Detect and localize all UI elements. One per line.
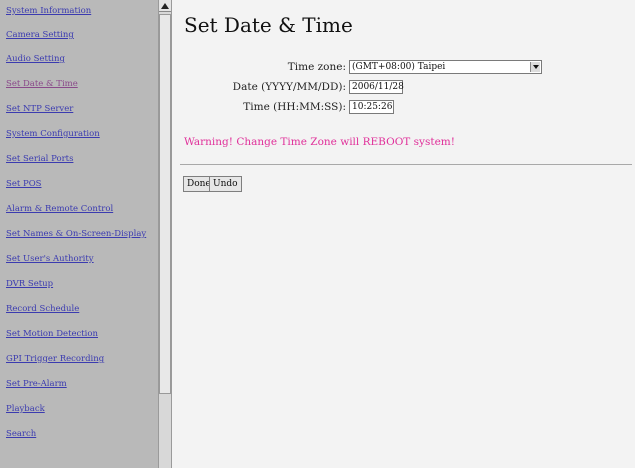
timezone-label: Time zone: bbox=[287, 61, 346, 73]
divider bbox=[180, 164, 632, 165]
chevron-down-icon[interactable] bbox=[530, 62, 540, 72]
sidebar-item-system-configuration[interactable]: System Configuration bbox=[6, 129, 100, 139]
sidebar-item-dvr-setup[interactable]: DVR Setup bbox=[6, 279, 53, 289]
sidebar-scrollbar[interactable] bbox=[158, 0, 172, 468]
scroll-up-arrow-icon[interactable] bbox=[159, 0, 171, 12]
timezone-select[interactable]: (GMT+08:00) Taipei bbox=[349, 60, 542, 74]
date-input[interactable]: 2006/11/28 bbox=[349, 80, 404, 94]
sidebar-item-camera-setting[interactable]: Camera Setting bbox=[6, 30, 74, 40]
sidebar-item-set-date-time[interactable]: Set Date & Time bbox=[6, 79, 78, 89]
sidebar-item-gpi-trigger-recording[interactable]: GPI Trigger Recording bbox=[6, 354, 104, 364]
sidebar-item-set-pre-alarm[interactable]: Set Pre-Alarm bbox=[6, 379, 67, 389]
sidebar-item-system-information[interactable]: System Information bbox=[6, 6, 91, 16]
sidebar-item-set-names-osd[interactable]: Set Names & On-Screen-Display bbox=[6, 229, 146, 239]
sidebar-item-search[interactable]: Search bbox=[6, 429, 36, 439]
main-content: Set Date & Time Time zone: (GMT+08:00) T… bbox=[172, 0, 635, 468]
sidebar-item-audio-setting[interactable]: Audio Setting bbox=[6, 54, 65, 64]
page-title: Set Date & Time bbox=[184, 13, 353, 37]
sidebar-item-alarm-remote-control[interactable]: Alarm & Remote Control bbox=[6, 204, 113, 214]
sidebar-item-record-schedule[interactable]: Record Schedule bbox=[6, 304, 79, 314]
timezone-value: (GMT+08:00) Taipei bbox=[352, 62, 446, 72]
reboot-warning: Warning! Change Time Zone will REBOOT sy… bbox=[184, 136, 455, 148]
sidebar-item-set-motion-detection[interactable]: Set Motion Detection bbox=[6, 329, 98, 339]
date-label: Date (YYYY/MM/DD): bbox=[232, 81, 346, 93]
sidebar-item-set-users-authority[interactable]: Set User's Authority bbox=[6, 254, 94, 264]
sidebar-nav: System Information Camera Setting Audio … bbox=[0, 0, 158, 468]
scroll-thumb[interactable] bbox=[159, 14, 171, 394]
sidebar-item-playback[interactable]: Playback bbox=[6, 404, 45, 414]
sidebar-item-set-ntp-server[interactable]: Set NTP Server bbox=[6, 104, 73, 114]
time-input[interactable]: 10:25:26 bbox=[349, 100, 394, 114]
sidebar-item-set-pos[interactable]: Set POS bbox=[6, 179, 41, 189]
undo-button[interactable]: Undo bbox=[209, 176, 242, 192]
time-label: Time (HH:MM:SS): bbox=[243, 101, 346, 113]
sidebar-item-set-serial-ports[interactable]: Set Serial Ports bbox=[6, 154, 73, 164]
